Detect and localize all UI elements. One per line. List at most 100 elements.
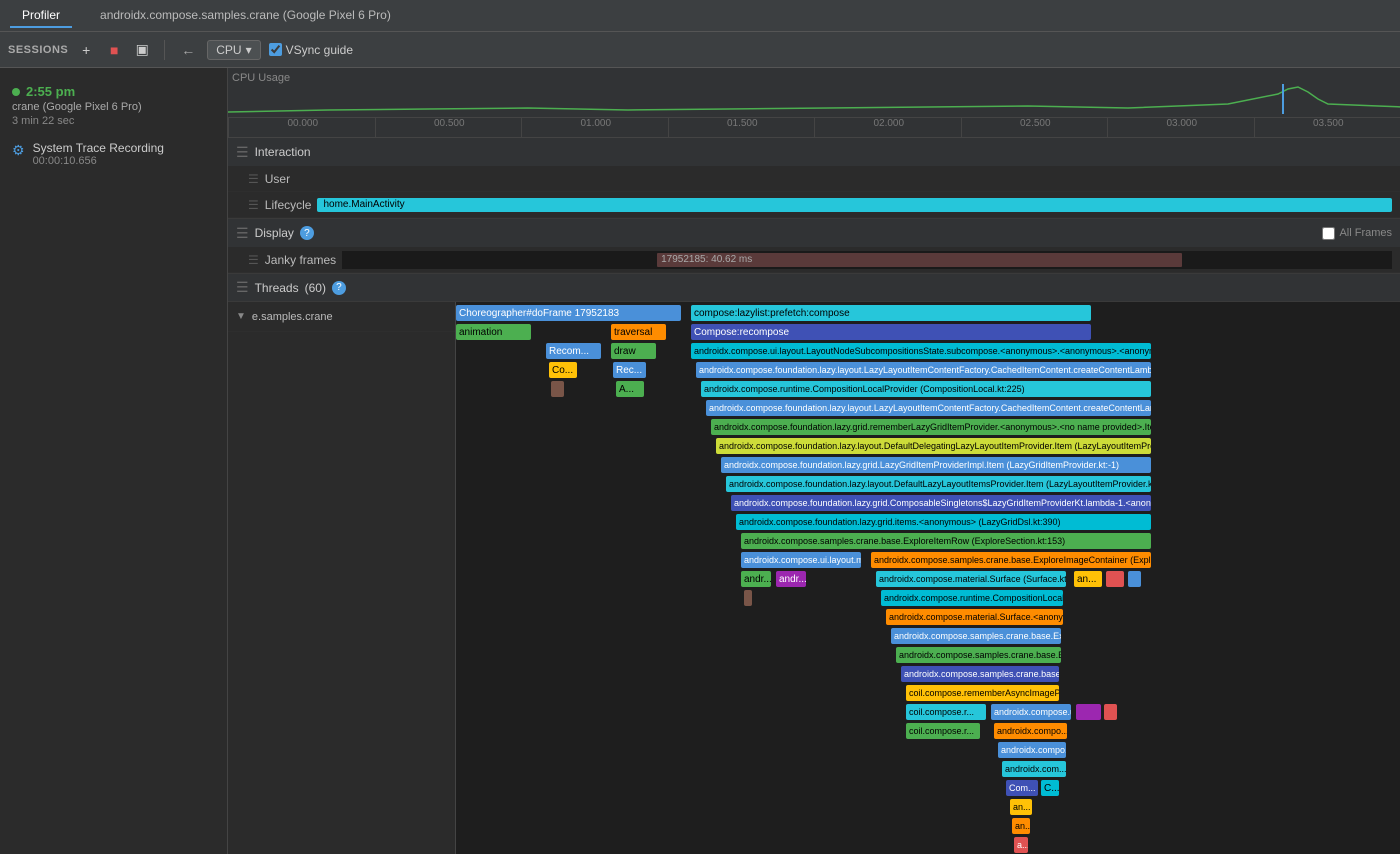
flame-bar[interactable]: androidx.compose.samples.crane.base.Expl… bbox=[871, 552, 1151, 568]
flame-bar[interactable]: an... bbox=[1010, 799, 1032, 815]
flame-bar[interactable]: A... bbox=[616, 381, 644, 397]
flame-bar[interactable]: coil.compose.r... bbox=[906, 704, 986, 720]
flame-bar[interactable]: Choreographer#doFrame 17952183 bbox=[456, 305, 681, 321]
flame-bar[interactable]: andr... bbox=[741, 571, 771, 587]
display-title: Display bbox=[255, 226, 294, 240]
flame-bar[interactable]: Co... bbox=[549, 362, 577, 378]
flame-bar[interactable]: coil.compose.rememberAsyncImagePainter (… bbox=[906, 685, 1059, 701]
threads-expand-icon[interactable]: ☰ bbox=[236, 279, 249, 296]
flame-bar[interactable]: androidx.compose.ui.layout.LayoutNodeSub… bbox=[691, 343, 1151, 359]
flame-bar[interactable]: androidx.compose.foundation.lazy.layout.… bbox=[726, 476, 1151, 492]
flame-bar[interactable]: androidx.compose.foundation.lazy.layout.… bbox=[716, 438, 1151, 454]
vsync-checkbox[interactable] bbox=[269, 43, 282, 56]
home-activity-bar: home.MainActivity bbox=[317, 198, 1392, 212]
tab-app[interactable]: androidx.compose.samples.crane (Google P… bbox=[88, 4, 403, 28]
flame-bar[interactable]: androidx.compose.samples.crane.base.Expl… bbox=[741, 533, 1151, 549]
title-bar: Profiler androidx.compose.samples.crane … bbox=[0, 0, 1400, 32]
cpu-usage-label: CPU Usage bbox=[232, 72, 290, 84]
session-time-label: 2:55 pm bbox=[26, 84, 75, 99]
tab-profiler[interactable]: Profiler bbox=[10, 4, 72, 28]
flame-bar[interactable]: androidx.compose.foundation.lazy.grid.La… bbox=[721, 457, 1151, 473]
tick-5: 02.500 bbox=[961, 118, 1108, 137]
back-button[interactable]: ← bbox=[177, 40, 199, 60]
cpu-label: CPU bbox=[216, 43, 241, 57]
interaction-header: ☰ Interaction bbox=[228, 138, 1400, 166]
flame-bar[interactable]: androidx.compose.material.Surface (Surfa… bbox=[876, 571, 1066, 587]
flame-bar[interactable] bbox=[1076, 704, 1101, 720]
stop-button[interactable]: ■ bbox=[104, 40, 124, 60]
flame-bar[interactable]: androidx.compose.foundation.lazy.grid.it… bbox=[736, 514, 1151, 530]
flame-bar[interactable]: C... bbox=[1041, 780, 1059, 796]
sessions-label: SESSIONS bbox=[8, 44, 68, 56]
tick-2: 01.000 bbox=[521, 118, 668, 137]
threads-section: ☰ Threads (60) ? ▼ e.samples.crane bbox=[228, 274, 1400, 854]
threads-header: ☰ Threads (60) ? bbox=[228, 274, 1400, 302]
thread-labels: ▼ e.samples.crane bbox=[228, 302, 456, 854]
display-header: ☰ Display ? All Frames bbox=[228, 219, 1400, 247]
flame-bar[interactable]: Recom... bbox=[546, 343, 601, 359]
flame-bar[interactable]: androidx.compose.u... bbox=[991, 704, 1071, 720]
cpu-chart bbox=[228, 84, 1400, 116]
content-area: CPU Usage 00.000 00.500 01.000 01.500 02… bbox=[228, 68, 1400, 854]
display-expand-icon[interactable]: ☰ bbox=[236, 225, 249, 242]
threads-help-icon[interactable]: ? bbox=[332, 281, 346, 295]
flame-bar[interactable]: androidx.compose.runtime.CompositionLoca… bbox=[881, 590, 1063, 606]
flame-bar[interactable] bbox=[1106, 571, 1124, 587]
flame-bar[interactable]: an... bbox=[1012, 818, 1030, 834]
display-help-icon[interactable]: ? bbox=[300, 226, 314, 240]
flame-bar[interactable]: animation bbox=[456, 324, 531, 340]
flame-bar[interactable]: androidx.compose.foundation.lazy.grid.re… bbox=[711, 419, 1151, 435]
flame-bar[interactable]: traversal bbox=[611, 324, 666, 340]
flame-bar[interactable] bbox=[1128, 571, 1141, 587]
session-time: 2:55 pm bbox=[12, 84, 215, 99]
interaction-section: ☰ Interaction ☰ User ☰ Lifecycle home.Ma… bbox=[228, 138, 1400, 219]
flame-bar[interactable] bbox=[744, 590, 752, 606]
tick-1: 00.500 bbox=[375, 118, 522, 137]
flame-bar[interactable]: Com... bbox=[1006, 780, 1038, 796]
flame-bar[interactable]: androidx.compose.samples.crane.base.Expl… bbox=[901, 666, 1059, 682]
flame-bar[interactable]: andr... bbox=[776, 571, 806, 587]
all-frames-checkbox[interactable] bbox=[1322, 227, 1335, 240]
flame-bar[interactable]: androidx.compose.runtime.CompositionLoca… bbox=[701, 381, 1151, 397]
panel-button[interactable]: ▣ bbox=[132, 40, 152, 60]
flame-bar[interactable] bbox=[1104, 704, 1117, 720]
thread-tracks[interactable]: Choreographer#doFrame 17952183 compose:l… bbox=[456, 302, 1400, 854]
flame-bar[interactable]: androidx.compose.material.Surface.<anony… bbox=[886, 609, 1063, 625]
session-device: crane (Google Pixel 6 Pro) bbox=[12, 101, 215, 113]
flame-bar[interactable]: androidx.compo... bbox=[994, 723, 1067, 739]
add-session-button[interactable]: + bbox=[76, 40, 96, 60]
flame-bar[interactable]: androidx.compose.samples.crane.base.Expl… bbox=[891, 628, 1061, 644]
flame-bar[interactable]: compose:lazylist:prefetch:compose bbox=[691, 305, 1091, 321]
flame-bar[interactable]: androidx.com... bbox=[1002, 761, 1066, 777]
flame-bar[interactable]: androidx.compose.foundation.lazy.layout.… bbox=[706, 400, 1151, 416]
flame-bar[interactable]: Rec... bbox=[613, 362, 646, 378]
threads-title: Threads bbox=[255, 281, 299, 295]
threads-content: ▼ e.samples.crane Choreographer#doFrame … bbox=[228, 302, 1400, 854]
tick-7: 03.500 bbox=[1254, 118, 1400, 137]
tick-3: 01.500 bbox=[668, 118, 815, 137]
session-duration: 3 min 22 sec bbox=[12, 115, 215, 127]
user-drag-icon: ☰ bbox=[248, 172, 259, 186]
dropdown-arrow-icon: ▾ bbox=[246, 43, 252, 57]
flame-bar[interactable]: androidx.compo... bbox=[998, 742, 1066, 758]
recording-item[interactable]: ⚙ System Trace Recording 00:00:10.656 bbox=[0, 135, 227, 173]
janky-label: Janky frames bbox=[265, 253, 336, 267]
vsync-guide-label[interactable]: VSync guide bbox=[269, 43, 353, 57]
flame-bar[interactable]: coil.compose.r... bbox=[906, 723, 980, 739]
flame-bar[interactable]: androidx.compose.samples.crane.base.Expl… bbox=[896, 647, 1061, 663]
thread-label-crane[interactable]: ▼ e.samples.crane bbox=[228, 302, 455, 332]
interaction-expand-icon[interactable]: ☰ bbox=[236, 144, 249, 161]
flame-bar[interactable]: androidx.compose.ui.layout.m... bbox=[741, 552, 861, 568]
threads-count: (60) bbox=[305, 281, 326, 295]
flame-bar[interactable] bbox=[551, 381, 564, 397]
user-row: ☰ User bbox=[228, 166, 1400, 192]
flame-bar[interactable]: draw bbox=[611, 343, 656, 359]
flame-bar[interactable]: Compose:recompose bbox=[691, 324, 1091, 340]
flame-bar[interactable]: a... bbox=[1014, 837, 1028, 853]
flame-bar[interactable]: androidx.compose.foundation.lazy.layout.… bbox=[696, 362, 1151, 378]
tick-6: 03.000 bbox=[1107, 118, 1254, 137]
interaction-title: Interaction bbox=[255, 145, 311, 159]
flame-bar[interactable]: an... bbox=[1074, 571, 1102, 587]
flame-bar[interactable]: androidx.compose.foundation.lazy.grid.Co… bbox=[731, 495, 1151, 511]
cpu-dropdown[interactable]: CPU ▾ bbox=[207, 40, 260, 60]
